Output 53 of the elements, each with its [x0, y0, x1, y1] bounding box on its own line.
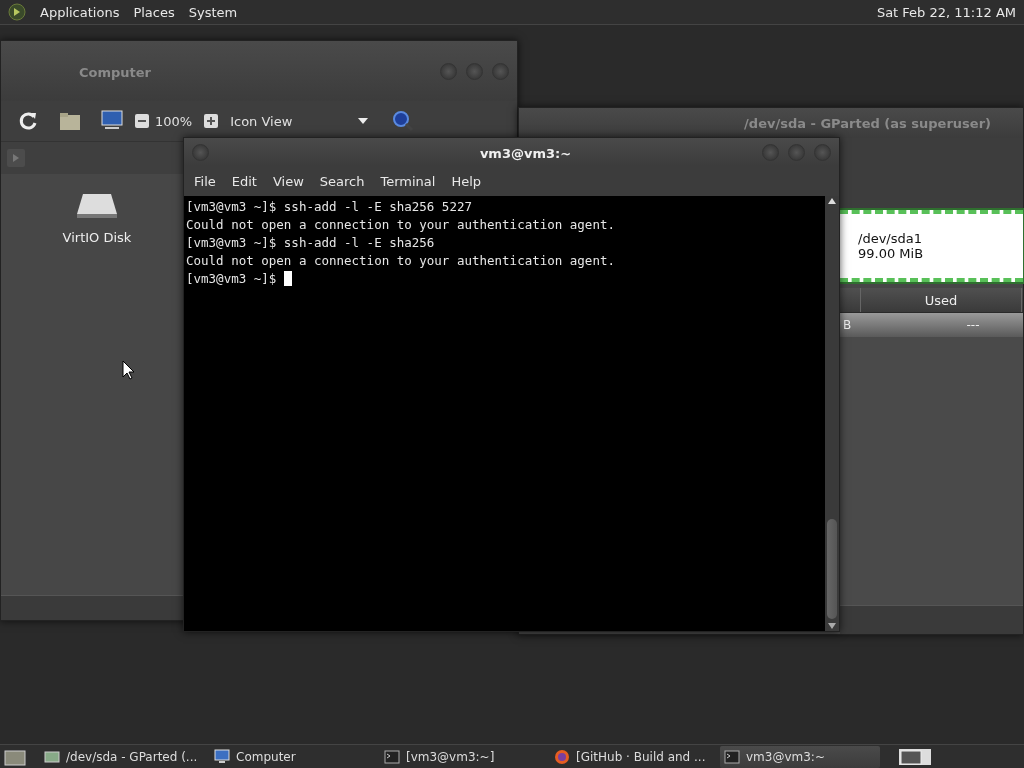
terminal-line: [vm3@vm3 ~]$ ssh-add -l -E sha256 — [186, 235, 435, 250]
sidebar-toggle[interactable] — [7, 149, 25, 167]
triangle-icon — [13, 154, 19, 162]
drive-icon[interactable] — [75, 192, 119, 220]
menu-item[interactable]: Edit — [223, 173, 265, 189]
panel-menu[interactable]: System — [188, 4, 238, 20]
scroll-down-icon[interactable] — [828, 623, 836, 629]
caret-icon — [358, 118, 369, 124]
browser-icon — [554, 748, 570, 765]
scroll-thumb[interactable] — [827, 519, 837, 619]
show-desktop-icon[interactable] — [4, 747, 26, 766]
zoom-out-icon[interactable] — [135, 114, 149, 128]
menu-item[interactable]: File — [186, 173, 224, 189]
menu-item[interactable]: Terminal — [372, 173, 444, 189]
panel-menu[interactable]: Places — [133, 4, 175, 20]
partition-size: 99.00 MiB — [858, 246, 925, 261]
workspace-switcher-icon[interactable] — [898, 746, 932, 767]
monitor-icon — [214, 749, 230, 764]
menu-item[interactable]: Help — [443, 173, 490, 189]
partition-name: /dev/sda1 — [858, 231, 923, 246]
window-title: /dev/sda - GParted (as superuser) — [744, 115, 991, 131]
mouse-pointer-icon — [122, 360, 134, 380]
terminal-line: [vm3@vm3 ~]$ ssh-add -l -E sha256 5227 — [186, 199, 472, 214]
zoom-level: 100% — [155, 113, 193, 129]
window-title: vm3@vm3:~ — [479, 145, 572, 161]
view-dropdown[interactable]: Icon View — [230, 113, 369, 129]
partition-block[interactable]: /dev/sda1 99.00 MiB — [840, 210, 1023, 282]
monitor-icon[interactable] — [101, 110, 123, 132]
clock[interactable]: Sat Feb 22, 11:12 AM — [876, 4, 1016, 20]
logo-icon[interactable] — [8, 3, 26, 21]
reload-icon[interactable] — [19, 111, 39, 131]
taskbar-item[interactable]: Computer — [210, 745, 374, 768]
taskbar-item[interactable]: /dev/sda - GParted (... — [40, 745, 204, 768]
terminal-line: Could not open a connection to your authentication agent. — [186, 217, 615, 232]
scrollbar[interactable] — [825, 196, 839, 631]
menu-item[interactable]: View — [264, 173, 312, 189]
zoom-in-icon[interactable] — [204, 114, 219, 128]
panel-menu[interactable]: Applications — [40, 4, 120, 20]
terminal-line: [vm3@vm3 ~]$ — [186, 271, 278, 286]
table-cell-text: B — [842, 318, 853, 332]
taskbar-item[interactable]: [GitHub · Build and ... — [550, 745, 714, 768]
drive-label[interactable]: VirtIO Disk — [62, 230, 132, 245]
terminal-icon — [384, 749, 400, 764]
terminal-icon — [724, 749, 740, 764]
terminal-line: Could not open a connection to your authentication agent. — [186, 253, 615, 268]
menu-item[interactable]: Search — [311, 173, 373, 189]
taskbar-item[interactable]: vm3@vm3:~ — [720, 745, 880, 768]
window-title: Computer — [79, 64, 152, 80]
scroll-up-icon[interactable] — [828, 198, 836, 204]
search-icon[interactable] — [392, 110, 415, 132]
table-cell-text: --- — [965, 318, 981, 332]
taskbar-item[interactable]: [vm3@vm3:~] — [380, 745, 544, 768]
home-folder-icon[interactable] — [59, 111, 81, 131]
